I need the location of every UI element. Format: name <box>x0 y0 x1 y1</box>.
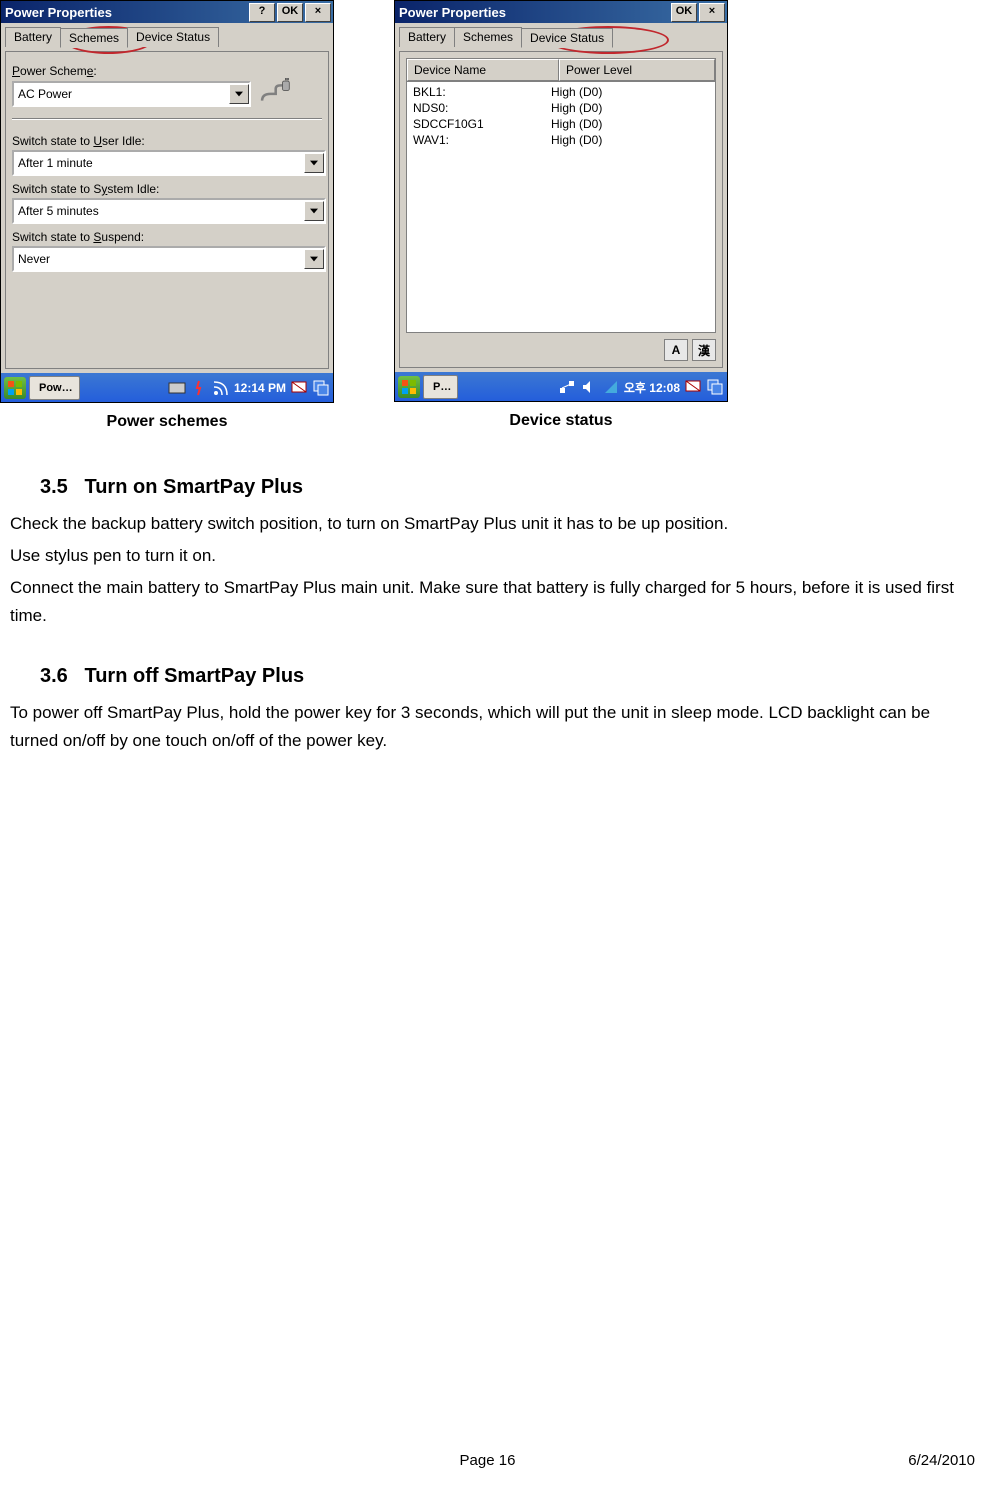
chevron-down-icon[interactable] <box>304 153 324 173</box>
taskbar-clock[interactable]: 오후 12:08 <box>624 379 680 396</box>
signal-icon[interactable] <box>212 379 230 397</box>
table-row: SDCCF10G1High (D0) <box>407 116 715 132</box>
tab-device-status[interactable]: Device Status <box>521 28 613 48</box>
heading-3-6: 3.6 Turn off SmartPay Plus <box>40 660 975 693</box>
titlebar: Power Properties ? OK × <box>1 1 333 23</box>
chevron-down-icon[interactable] <box>304 201 324 221</box>
windows-icon[interactable] <box>706 378 724 396</box>
paragraph: Connect the main battery to SmartPay Plu… <box>10 574 975 630</box>
column-power-level[interactable]: Power Level <box>559 59 715 81</box>
table-row: NDS0:High (D0) <box>407 100 715 116</box>
screenshot-device-status: Power Properties OK × Battery Schemes De… <box>394 0 728 431</box>
dropdown-value: Never <box>14 252 304 266</box>
power-plug-icon[interactable] <box>190 379 208 397</box>
paragraph: To power off SmartPay Plus, hold the pow… <box>10 699 975 755</box>
desktop-icon[interactable] <box>684 378 702 396</box>
ok-button[interactable]: OK <box>671 3 697 22</box>
window-title: Power Properties <box>399 5 669 20</box>
paragraph: Check the backup battery switch position… <box>10 510 975 538</box>
chevron-down-icon[interactable] <box>229 84 249 104</box>
taskbar: Pow… 12:14 PM <box>1 373 333 402</box>
dropdown-system-idle[interactable]: After 5 minutes <box>12 198 326 224</box>
ok-button[interactable]: OK <box>277 3 303 22</box>
document-body: 3.5 Turn on SmartPay Plus Check the back… <box>0 431 985 755</box>
table-row: BKL1:High (D0) <box>407 84 715 100</box>
taskbar-app-button[interactable]: P… <box>423 375 458 399</box>
caption-power-schemes: Power schemes <box>0 413 334 431</box>
taskbar-app-label: P… <box>433 381 451 393</box>
network-icon[interactable] <box>558 378 576 396</box>
footer-date: 6/24/2010 <box>908 1452 975 1469</box>
column-device-name[interactable]: Device Name <box>407 59 559 81</box>
device-list-header: Device Name Power Level <box>406 58 716 82</box>
volume-icon[interactable] <box>580 378 598 396</box>
caption-device-status: Device status <box>394 412 728 430</box>
page-footer: Page 16 6/24/2010 <box>0 1452 975 1469</box>
table-row: WAV1:High (D0) <box>407 132 715 148</box>
separator <box>12 118 322 120</box>
tab-strip: Battery Schemes Device Status <box>399 27 723 47</box>
taskbar-clock[interactable]: 12:14 PM <box>234 381 286 395</box>
signal-icon[interactable] <box>602 378 620 396</box>
paragraph: Use stylus pen to turn it on. <box>10 542 975 570</box>
ime-button-hanja[interactable]: 漢 <box>692 339 716 361</box>
taskbar-app-button[interactable]: Pow… <box>29 376 80 400</box>
tab-schemes[interactable]: Schemes <box>454 27 522 47</box>
start-button[interactable] <box>398 376 420 398</box>
help-button[interactable]: ? <box>249 3 275 22</box>
ime-toolbar: A 漢 <box>406 339 716 361</box>
label-suspend: Switch state to Suspend: <box>12 230 322 244</box>
dropdown-power-scheme[interactable]: AC Power <box>12 81 251 107</box>
footer-page-number: Page 16 <box>460 1452 516 1469</box>
taskbar: P… 오후 12:08 <box>395 372 727 401</box>
tab-schemes[interactable]: Schemes <box>60 28 128 48</box>
titlebar: Power Properties OK × <box>395 1 727 23</box>
heading-3-5: 3.5 Turn on SmartPay Plus <box>40 471 975 504</box>
dropdown-value: After 5 minutes <box>14 204 304 218</box>
keyboard-icon[interactable] <box>168 379 186 397</box>
chevron-down-icon[interactable] <box>304 249 324 269</box>
tab-strip: Battery Schemes Device Status <box>5 27 329 47</box>
windows-icon[interactable] <box>312 379 330 397</box>
ac-plug-icon <box>257 78 291 108</box>
dropdown-value: After 1 minute <box>14 156 304 170</box>
screenshot-power-schemes: Power Properties ? OK × Battery Schemes … <box>0 0 334 431</box>
desktop-icon[interactable] <box>290 379 308 397</box>
label-power-scheme: Power Scheme: <box>12 64 322 78</box>
dropdown-user-idle[interactable]: After 1 minute <box>12 150 326 176</box>
device-list[interactable]: BKL1:High (D0) NDS0:High (D0) SDCCF10G1H… <box>406 82 716 333</box>
tab-battery[interactable]: Battery <box>399 27 455 47</box>
start-button[interactable] <box>4 377 26 399</box>
dropdown-suspend[interactable]: Never <box>12 246 326 272</box>
label-user-idle: Switch state to User Idle: <box>12 134 322 148</box>
close-button[interactable]: × <box>305 3 331 22</box>
close-button[interactable]: × <box>699 3 725 22</box>
taskbar-app-label: Pow… <box>39 382 73 394</box>
ime-button-latin[interactable]: A <box>664 339 688 361</box>
tab-device-status[interactable]: Device Status <box>127 27 219 47</box>
window-title: Power Properties <box>5 5 247 20</box>
label-system-idle: Switch state to System Idle: <box>12 182 322 196</box>
tab-battery[interactable]: Battery <box>5 27 61 47</box>
dropdown-value: AC Power <box>14 87 229 101</box>
